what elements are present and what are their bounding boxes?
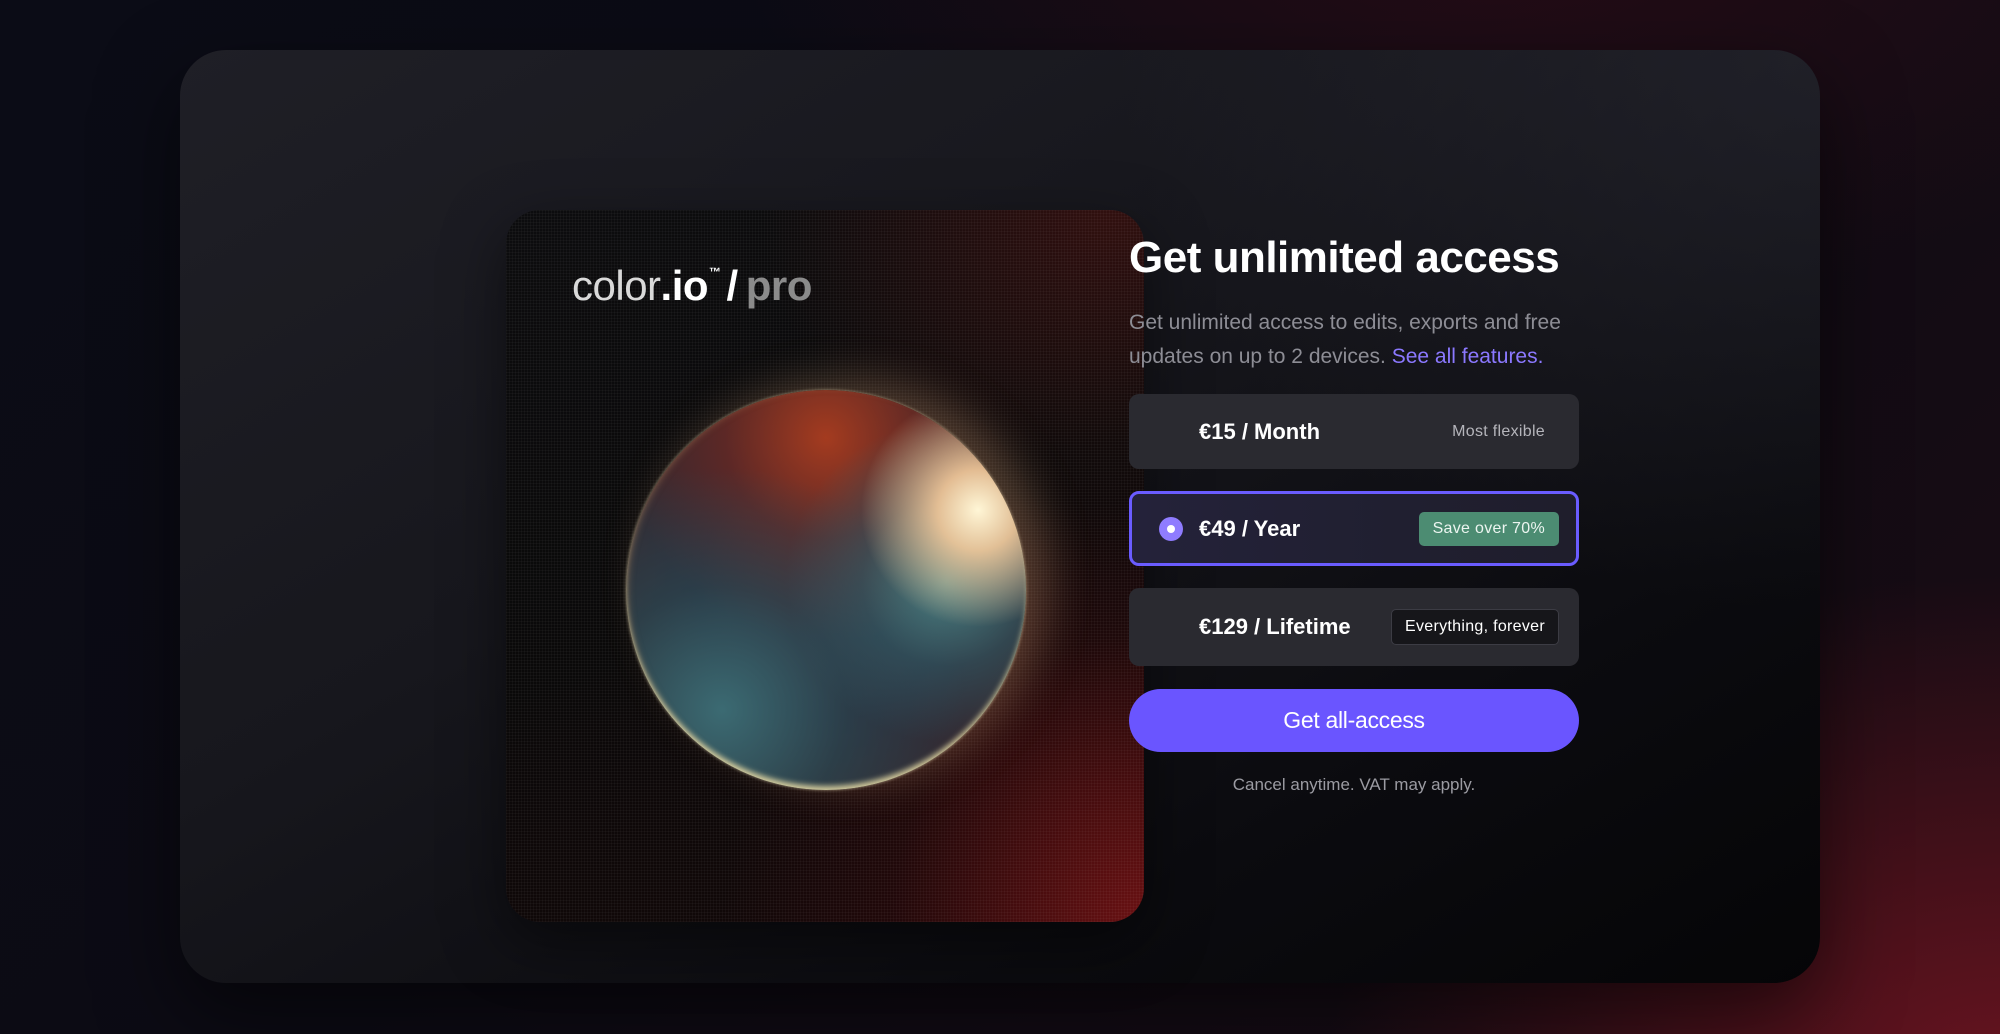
plan-badge: Everything, forever — [1391, 609, 1559, 645]
description: Get unlimited access to edits, exports a… — [1129, 306, 1579, 374]
page-title: Get unlimited access — [1129, 233, 1560, 282]
plan-option-year[interactable]: €49 / Year Save over 70% — [1129, 491, 1579, 566]
savings-badge: Save over 70% — [1418, 511, 1559, 546]
plan-tag: Most flexible — [1452, 422, 1545, 440]
logo-trademark: ™ — [709, 265, 721, 279]
logo-brand: color — [572, 262, 661, 309]
get-all-access-button[interactable]: Get all-access — [1129, 689, 1579, 752]
product-artwork: color.io™ / pro — [506, 210, 1144, 922]
logo: color.io™ / pro — [572, 262, 812, 310]
plan-price: €15 / Month — [1199, 418, 1321, 444]
plan-option-month[interactable]: €15 / Month Most flexible — [1129, 394, 1579, 469]
plan-option-lifetime[interactable]: €129 / Lifetime Everything, forever — [1129, 588, 1579, 666]
logo-slash: / — [726, 262, 739, 309]
logo-tld: .io — [660, 262, 709, 309]
plan-price: €49 / Year — [1199, 515, 1301, 541]
plan-price: €129 / Lifetime — [1199, 614, 1351, 639]
see-all-features-link[interactable]: See all features. — [1392, 345, 1544, 368]
pricing-panel: Get unlimited access Get unlimited acces… — [1129, 230, 1579, 795]
footnote: Cancel anytime. VAT may apply. — [1232, 775, 1476, 794]
logo-tier: pro — [745, 262, 813, 309]
radio-selected-icon[interactable] — [1159, 516, 1183, 541]
plan-options: €15 / Month Most flexible €49 / Year Sav… — [1129, 394, 1579, 666]
gradient-orb-image — [626, 390, 1026, 790]
